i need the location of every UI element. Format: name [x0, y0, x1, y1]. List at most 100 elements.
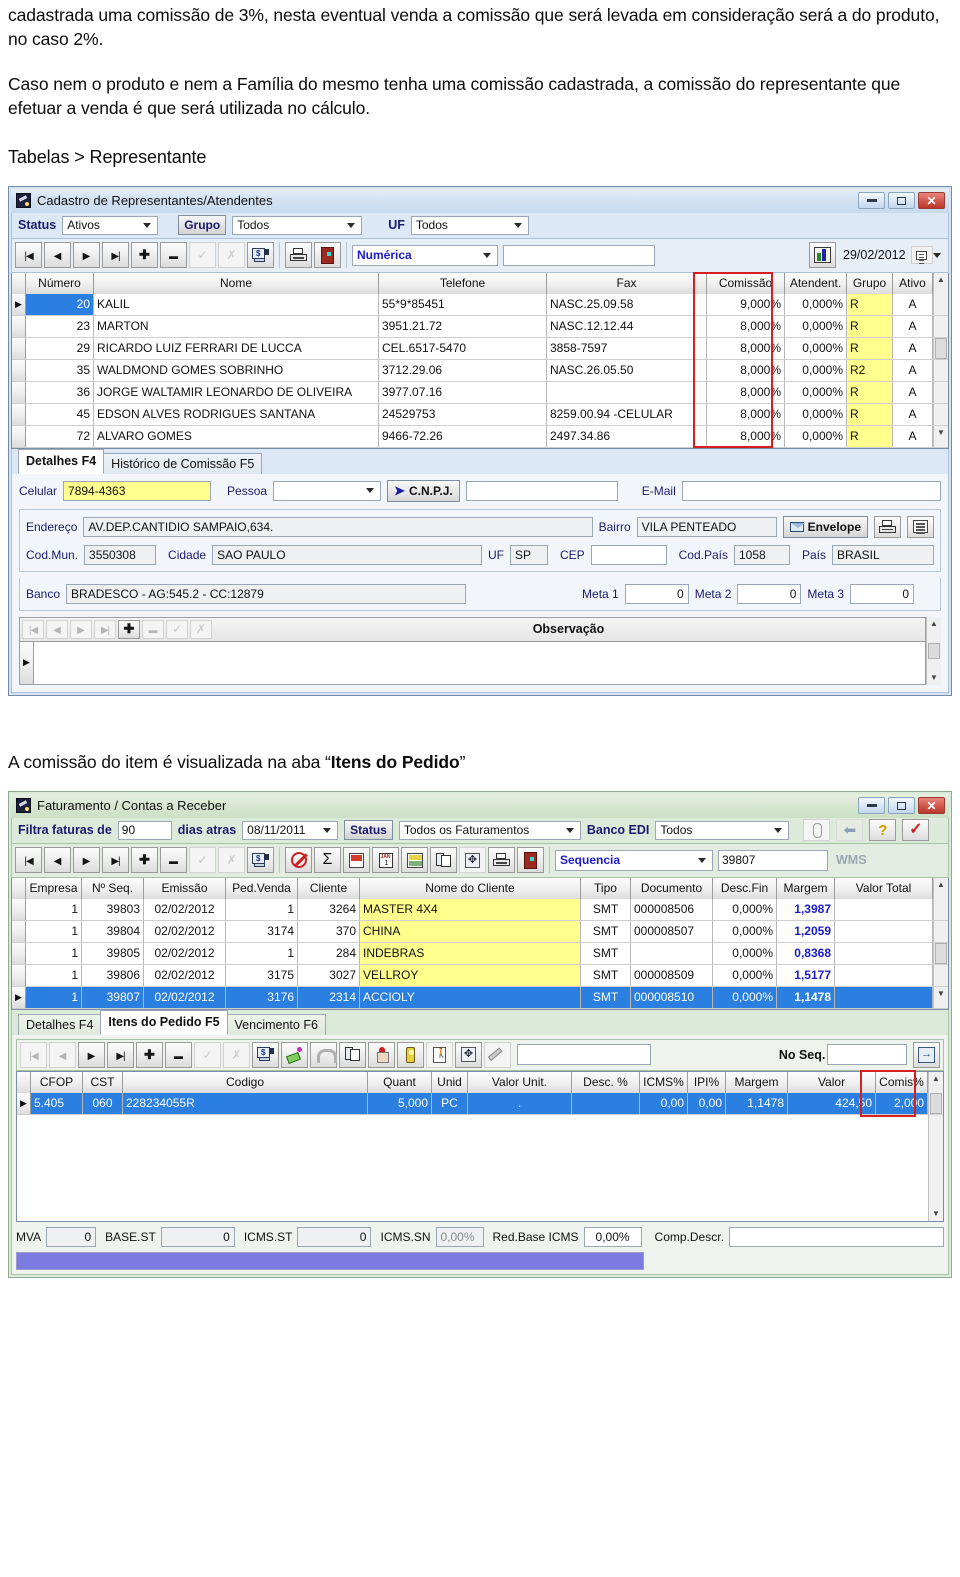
cell-seq[interactable]: 39805 — [82, 942, 144, 964]
cell-empresa[interactable]: 1 — [26, 964, 82, 986]
money-icon[interactable] — [401, 847, 428, 873]
cell-valortotal[interactable] — [835, 964, 933, 986]
grid-scrollbar-segment[interactable] — [933, 337, 948, 359]
table-row[interactable]: ▶ 20 KALIL 55*9*85451 NASC.25.09.58 9,000% 0,0… — [12, 293, 948, 316]
col-ipi[interactable]: IPI% — [688, 1071, 726, 1093]
col-valor[interactable]: Valor — [788, 1071, 876, 1093]
cell-ativo[interactable]: A — [893, 359, 933, 381]
maximize-icon[interactable] — [888, 192, 915, 209]
col-grupo[interactable]: Grupo — [847, 272, 893, 294]
col-seq[interactable]: Nº Seq. — [82, 877, 144, 899]
cell-atendent[interactable]: 0,000% — [785, 315, 847, 337]
cell-descfin[interactable]: 0,000% — [713, 986, 777, 1008]
window2-titlebar[interactable]: Faturamento / Contas a Receber ✕ — [11, 793, 949, 818]
pais-field[interactable]: BRASIL — [832, 544, 934, 565]
cell-grupo[interactable]: R — [847, 381, 893, 403]
email-field[interactable] — [681, 480, 941, 501]
table-row[interactable]: 1 39803 02/02/2012 1 3264 MASTER 4X4 SMT 000008… — [12, 898, 948, 921]
cell-icms[interactable]: 0,00 — [640, 1092, 688, 1114]
grupo-button[interactable]: Grupo — [178, 215, 227, 235]
delete-record-icon[interactable] — [165, 1041, 192, 1068]
cell-empresa[interactable]: 1 — [26, 942, 82, 964]
chart-icon[interactable] — [809, 242, 836, 268]
cell-grupo[interactable]: R — [847, 337, 893, 359]
last-record-icon[interactable] — [102, 242, 129, 268]
calendar-picker-icon[interactable] — [910, 246, 933, 264]
cell-grupo[interactable]: R — [847, 315, 893, 337]
table-row[interactable]: 1 39805 02/02/2012 1 284 INDEBRAS SMT 0,000% 0,8… — [12, 942, 948, 965]
cell-documento[interactable]: 000008506 — [631, 898, 713, 920]
back-arrow-icon[interactable]: ⬅ — [836, 819, 864, 841]
cell-descfin[interactable]: 0,000% — [713, 964, 777, 986]
cell-numero[interactable]: 36 — [26, 381, 94, 403]
chevron-down-icon[interactable] — [932, 252, 941, 258]
cell-atendent[interactable]: 0,000% — [785, 337, 847, 359]
note-icon[interactable] — [343, 847, 370, 873]
cell-comissao[interactable]: 9,000% — [707, 293, 785, 315]
move-icon[interactable] — [455, 1041, 482, 1068]
uf-field[interactable]: SP — [509, 544, 548, 565]
eraser-icon[interactable] — [281, 1041, 308, 1068]
col-cst[interactable]: CST — [83, 1071, 123, 1093]
minimize-icon[interactable] — [858, 797, 885, 814]
last-record-icon[interactable] — [107, 1041, 134, 1068]
cell-fax[interactable]: NASC.26.05.50 — [547, 359, 707, 381]
cancel-invoice-icon[interactable] — [285, 847, 312, 873]
cell-nome-cliente[interactable]: CHINA — [360, 920, 581, 942]
magnet-icon[interactable] — [310, 1041, 337, 1068]
cell-comis[interactable]: 2,000 — [876, 1092, 928, 1114]
santa-icon[interactable] — [368, 1041, 395, 1068]
cell-cst[interactable]: 060 — [83, 1092, 123, 1114]
search-mode-combo[interactable]: Numérica — [352, 244, 498, 266]
previous-record-icon[interactable] — [44, 847, 71, 873]
cell-nome-cliente[interactable]: MASTER 4X4 — [360, 898, 581, 920]
col-atendent[interactable]: Atendent. — [785, 272, 847, 294]
cell-telefone[interactable]: 3712.29.06 — [379, 359, 547, 381]
grid-scrollbar-segment[interactable] — [933, 403, 948, 425]
table-row[interactable]: 45 EDSON ALVES RODRIGUES SANTANA 24529753 8… — [12, 403, 948, 426]
next-record-icon[interactable] — [73, 242, 100, 268]
cell-valortotal[interactable] — [835, 920, 933, 942]
col-comis[interactable]: Comis% — [876, 1071, 928, 1093]
compdescr-field[interactable] — [728, 1226, 944, 1247]
grid-scrollbar-segment[interactable] — [933, 293, 948, 315]
exit-door-icon[interactable] — [517, 847, 544, 873]
add-record-icon[interactable] — [118, 619, 140, 639]
cell-tipo[interactable]: SMT — [581, 986, 631, 1008]
cell-unid[interactable]: PC — [432, 1092, 468, 1114]
codpais-field[interactable]: 1058 — [733, 544, 790, 565]
col-telefone[interactable]: Telefone — [379, 272, 547, 294]
cell-atendent[interactable]: 0,000% — [785, 425, 847, 447]
col-nome[interactable]: Nome — [94, 272, 379, 294]
cell-pedvenda[interactable]: 1 — [226, 942, 298, 964]
tab-historico-comissao[interactable]: Histórico de Comissão F5 — [103, 452, 263, 474]
cell-margem[interactable]: 1,1478 — [726, 1092, 788, 1114]
icmssn-field[interactable]: 0,00% — [435, 1226, 484, 1247]
observacao-scrollbar[interactable]: ▲ ▼ — [926, 616, 941, 685]
cell-pedvenda[interactable]: 1 — [226, 898, 298, 920]
exit-door-icon[interactable] — [913, 1041, 940, 1068]
row-indicator[interactable] — [12, 403, 26, 425]
cell-seq[interactable]: 39806 — [82, 964, 144, 986]
paperclip-icon[interactable] — [803, 819, 831, 841]
date-combo[interactable]: 08/11/2011 — [242, 820, 339, 840]
meta1-field[interactable]: 0 — [624, 583, 689, 604]
celular-field[interactable]: 7894-4363 — [63, 480, 212, 501]
search-input[interactable] — [503, 244, 655, 266]
row-indicator[interactable]: ▶ — [17, 1092, 31, 1114]
cell-fax[interactable]: 2497.34.86 — [547, 425, 707, 447]
grid-scrollbar-segment[interactable] — [933, 942, 948, 964]
row-indicator[interactable] — [12, 898, 26, 920]
col-valortotal[interactable]: Valor Total — [835, 877, 933, 899]
grid-scrollbar-segment[interactable]: ▼ — [933, 425, 948, 447]
cell-margem[interactable]: 0,8368 — [777, 942, 835, 964]
cell-documento[interactable]: 000008509 — [631, 964, 713, 986]
cell-nome-cliente[interactable]: INDEBRAS — [360, 942, 581, 964]
cell-valorunit[interactable]: . — [468, 1092, 572, 1114]
cell-documento[interactable] — [631, 942, 713, 964]
next-record-icon[interactable] — [78, 1041, 105, 1068]
col-numero[interactable]: Número — [26, 272, 94, 294]
grid-scrollbar-segment[interactable] — [928, 1092, 943, 1114]
row-indicator[interactable] — [12, 425, 26, 447]
col-cliente[interactable]: Cliente — [298, 877, 360, 899]
